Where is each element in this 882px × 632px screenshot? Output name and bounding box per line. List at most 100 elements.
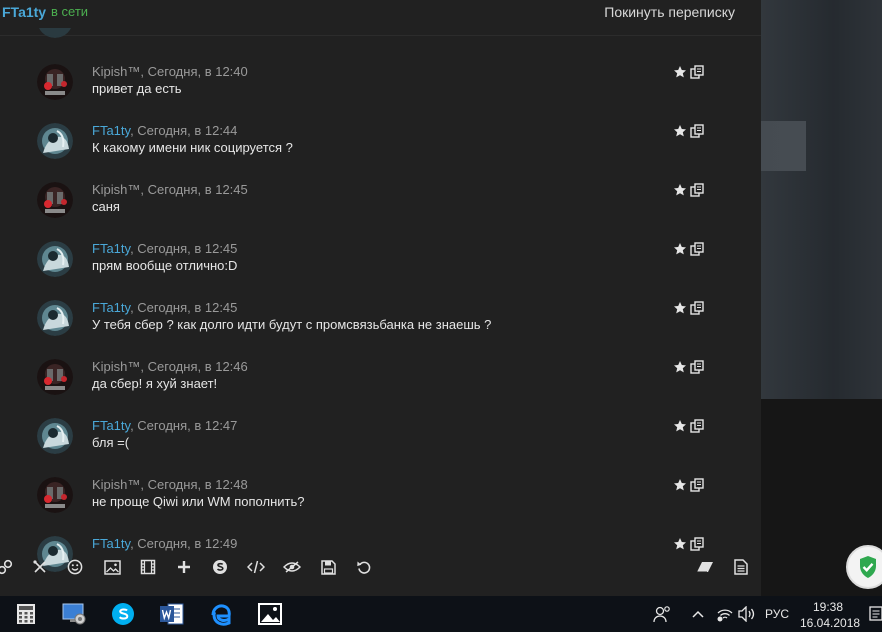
author-name[interactable]: FTa1ty [92,123,130,138]
message-time: Сегодня, в 12:48 [147,477,248,492]
network-icon[interactable] [716,596,734,632]
partial-avatar [37,28,73,38]
online-status: в сети [51,4,89,19]
message-actions [673,183,707,197]
star-icon[interactable] [673,360,687,379]
volume-icon[interactable] [738,596,756,632]
message-text: саня [92,199,120,214]
control-panel-icon[interactable] [59,599,89,629]
avatar[interactable] [37,241,73,277]
skype-app-icon[interactable] [108,599,138,629]
avatar[interactable] [37,123,73,159]
edge-icon[interactable] [206,599,236,629]
message-actions [673,242,707,256]
star-icon[interactable] [673,65,687,84]
quote-icon[interactable] [690,65,704,84]
quote-icon[interactable] [690,124,704,143]
language-indicator[interactable]: РУС [765,596,789,632]
background-gradient [761,0,882,399]
message-item: FTa1ty, Сегодня, в 12:45 У тебя сбер ? ка… [0,300,761,365]
avatar[interactable] [37,182,73,218]
avatar[interactable] [37,359,73,395]
message-text: прям вообще отлично:D [92,258,238,273]
chevron-up-icon[interactable] [692,596,704,632]
author-name[interactable]: FTa1ty [92,536,130,551]
leave-conversation-button[interactable]: Покинуть переписку [604,4,735,20]
plus-icon[interactable] [175,558,193,576]
quote-icon[interactable] [690,419,704,438]
save-icon[interactable] [319,558,337,576]
author-name[interactable]: FTa1ty [92,241,130,256]
clear-format-icon[interactable] [31,558,49,576]
star-icon[interactable] [673,301,687,320]
clock-time: 19:38 [812,600,844,614]
image-icon[interactable] [103,558,121,576]
quote-icon[interactable] [690,360,704,379]
editor-toolbar [0,550,761,584]
document-icon[interactable] [732,558,750,576]
quote-icon[interactable] [690,478,704,497]
message-meta: FTa1ty, Сегодня, в 12:49 [92,536,237,551]
clock[interactable]: 19:38 16.04.2018 [800,599,860,631]
message-time: Сегодня, в 12:44 [137,123,238,138]
avatar[interactable] [37,418,73,454]
author-name[interactable]: Kipish™ [92,64,140,79]
author-name[interactable]: Kipish™ [92,477,140,492]
message-text: да сбер! я хуй знает! [92,376,218,391]
message-item: Kipish™, Сегодня, в 12:46 да сбер! я хуй … [0,359,761,424]
star-icon[interactable] [673,124,687,143]
message-meta: Kipish™, Сегодня, в 12:40 [92,64,248,79]
people-icon[interactable] [652,596,672,632]
star-icon[interactable] [673,419,687,438]
skype-icon[interactable] [211,558,229,576]
author-name[interactable]: Kipish™ [92,182,140,197]
star-icon[interactable] [673,242,687,261]
video-icon[interactable] [139,558,157,576]
star-icon[interactable] [673,183,687,202]
word-icon[interactable] [157,599,187,629]
code-icon[interactable] [247,558,265,576]
message-text: У тебя сбер ? как долго идти будут с про… [92,317,492,332]
message-meta: FTa1ty, Сегодня, в 12:47 [92,418,237,433]
contact-name[interactable]: FTa1ty [2,4,46,20]
calculator-icon[interactable] [11,599,41,629]
meta-separator: , [140,477,148,492]
background-window [761,0,882,399]
message-actions [673,419,707,433]
message-item: FTa1ty, Сегодня, в 12:44 К какому имени н… [0,123,761,188]
message-item: Kipish™, Сегодня, в 12:40 привет да есть [0,64,761,129]
author-name[interactable]: FTa1ty [92,418,130,433]
avatar[interactable] [37,477,73,513]
avatar[interactable] [37,300,73,336]
meta-separator: , [140,182,148,197]
spoiler-icon[interactable] [283,558,301,576]
undo-icon[interactable] [355,558,373,576]
eraser-icon[interactable] [696,558,714,576]
avatar[interactable] [37,64,73,100]
link-icon[interactable] [0,558,14,576]
message-actions [673,478,707,492]
quote-icon[interactable] [690,301,704,320]
message-text: К какому имени ник социруется ? [92,140,293,155]
photos-icon[interactable] [255,599,285,629]
message-actions [673,301,707,315]
quote-icon[interactable] [690,183,704,202]
message-actions [673,124,707,138]
message-meta: FTa1ty, Сегодня, в 12:45 [92,300,237,315]
notifications-icon[interactable] [869,596,882,632]
message-actions [673,65,707,79]
quote-icon[interactable] [690,242,704,261]
message-time: Сегодня, в 12:45 [137,241,238,256]
message-meta: FTa1ty, Сегодня, в 12:44 [92,123,237,138]
message-time: Сегодня, в 12:47 [137,418,238,433]
security-shield-button[interactable] [846,545,882,589]
message-meta: Kipish™, Сегодня, в 12:46 [92,359,248,374]
smiley-icon[interactable] [66,558,84,576]
author-name[interactable]: Kipish™ [92,359,140,374]
chat-window: FTa1ty в сети Покинуть переписку Kipish™… [0,0,761,596]
author-name[interactable]: FTa1ty [92,300,130,315]
message-time: Сегодня, в 12:49 [137,536,238,551]
message-time: Сегодня, в 12:45 [137,300,238,315]
star-icon[interactable] [673,478,687,497]
chat-header: FTa1ty в сети Покинуть переписку [0,0,761,36]
